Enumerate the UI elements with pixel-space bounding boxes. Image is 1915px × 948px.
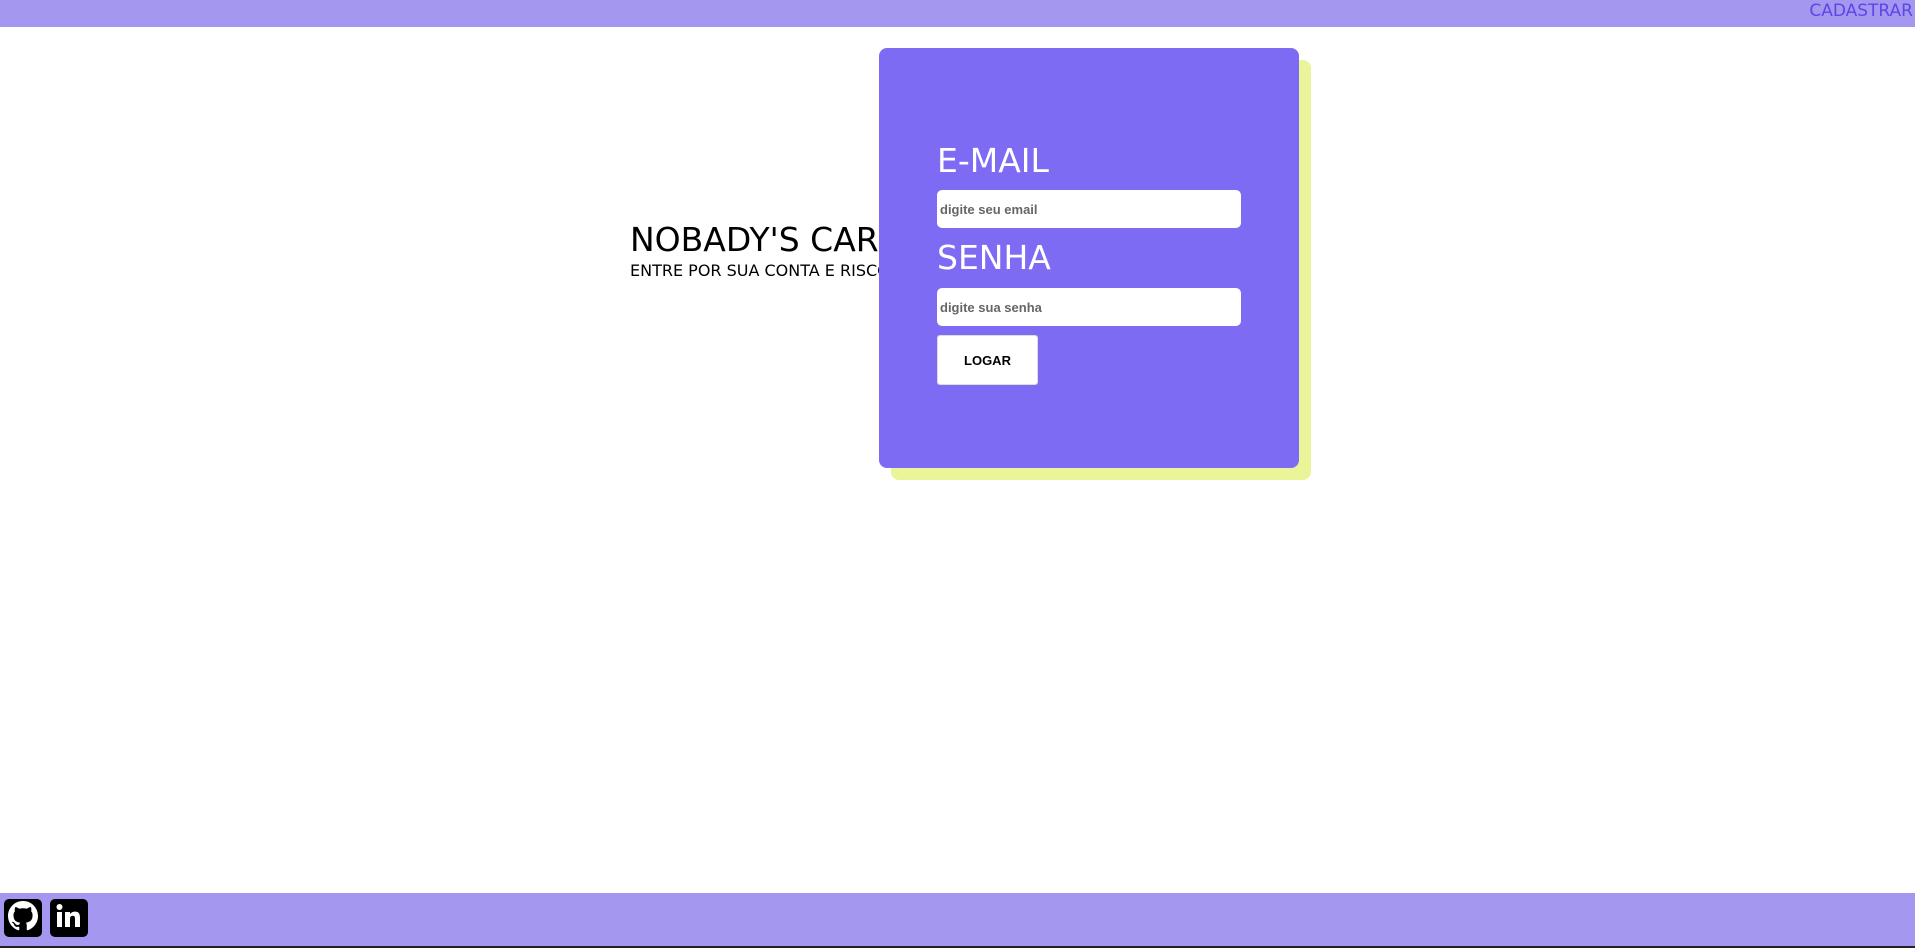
login-button[interactable]: LOGAR (937, 335, 1038, 385)
linkedin-icon (54, 901, 84, 936)
linkedin-link[interactable] (50, 899, 88, 937)
brand-title: NOBADY'S CARE (630, 220, 900, 259)
brand-block: NOBADY'S CARE ENTRE POR SUA CONTA E RISC… (630, 220, 900, 280)
footer (0, 893, 1915, 948)
register-link[interactable]: CADASTRAR (1809, 1, 1913, 21)
github-icon (8, 900, 38, 936)
brand-subtitle: ENTRE POR SUA CONTA E RISCO (630, 261, 890, 280)
password-field[interactable] (937, 288, 1241, 326)
email-field[interactable] (937, 190, 1241, 228)
github-link[interactable] (4, 899, 42, 937)
login-card: E-MAIL SENHA LOGAR (879, 48, 1299, 468)
top-navbar: CADASTRAR (0, 0, 1915, 27)
password-label: SENHA (937, 238, 1051, 277)
email-label: E-MAIL (937, 141, 1049, 180)
